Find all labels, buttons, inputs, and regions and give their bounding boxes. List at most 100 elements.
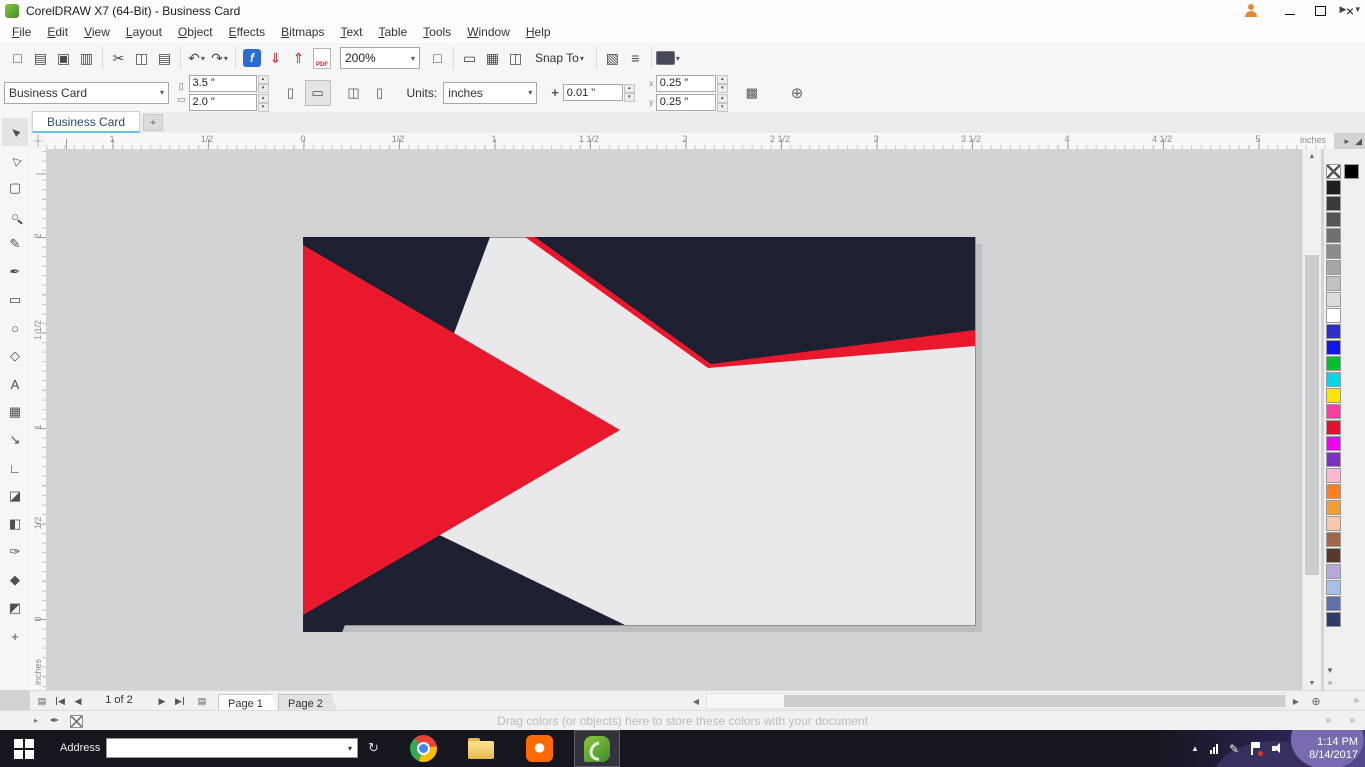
color-swatch[interactable] [1326, 372, 1341, 387]
color-swatch[interactable] [1326, 308, 1341, 323]
color-swatch[interactable] [1326, 180, 1341, 195]
color-swatch[interactable] [1326, 196, 1341, 211]
save-button[interactable]: ▣ [52, 46, 75, 70]
export-button[interactable]: ⇑ [287, 46, 310, 70]
menu-table[interactable]: Table [370, 21, 415, 43]
text-tool[interactable]: A [2, 370, 28, 398]
shape-tool[interactable]: △ [2, 146, 28, 174]
spin-up-icon[interactable] [623, 84, 635, 93]
vertical-scrollbar[interactable]: ▲ ▼ [1302, 149, 1321, 690]
address-input[interactable]: ▾ [106, 738, 358, 758]
table-tool[interactable]: ▦ [2, 398, 28, 426]
rectangle-tool[interactable]: ▭ [2, 286, 28, 314]
color-swatch[interactable] [1326, 244, 1341, 259]
spin-up-icon[interactable] [716, 74, 728, 84]
color-swatch[interactable] [1326, 276, 1341, 291]
add-page-button[interactable]: ▤ [194, 693, 210, 709]
scroll-left-button[interactable]: ◀ [688, 693, 704, 709]
publish-pdf-button[interactable]: PDF [313, 47, 331, 69]
color-swatch[interactable] [1326, 292, 1341, 307]
landscape-button[interactable]: ▭ [304, 79, 331, 106]
zoom-in-button[interactable]: ⊕ [1308, 693, 1324, 709]
menu-effects[interactable]: Effects [221, 21, 273, 43]
menu-text[interactable]: Text [332, 21, 370, 43]
current-page-button[interactable]: ▯ [368, 81, 392, 105]
color-swatch[interactable] [1326, 484, 1341, 499]
units-select[interactable]: inches ▾ [443, 81, 538, 104]
resize-grip-icon[interactable]: ◢ [1355, 136, 1362, 147]
pen-input-icon[interactable]: ✎ [1229, 742, 1239, 756]
artistic-media-tool[interactable]: ✒ [2, 258, 28, 286]
spin-up-icon[interactable] [716, 93, 728, 103]
open-button[interactable]: ▤ [29, 46, 52, 70]
show-hidden-icons-button[interactable]: ▲ [1191, 744, 1199, 753]
chrome-taskbar-button[interactable] [400, 730, 446, 767]
small-right-icon[interactable]: ▸ [34, 716, 38, 725]
new-tab-button[interactable]: + [143, 114, 164, 131]
spin-down-icon[interactable] [716, 102, 728, 112]
dimension-tool[interactable]: ↘ [2, 426, 28, 454]
freehand-tool[interactable]: ✎ [2, 230, 28, 258]
welcome-screen-button[interactable]: ▾ [655, 46, 680, 70]
color-swatch[interactable] [1326, 516, 1341, 531]
scroll-up-button[interactable]: ▲ [1303, 149, 1321, 163]
drawing-canvas[interactable] [46, 149, 1302, 690]
pick-tool[interactable]: ▲ [2, 118, 28, 146]
color-swatch[interactable] [1326, 228, 1341, 243]
zoom-tool[interactable]: ○ [2, 202, 28, 230]
nudge-spinner[interactable] [623, 84, 635, 102]
ruler-origin[interactable]: ┼ [30, 133, 47, 150]
color-swatch[interactable] [1326, 388, 1341, 403]
menu-bitmaps[interactable]: Bitmaps [273, 21, 332, 43]
menu-file[interactable]: File [4, 21, 39, 43]
color-swatch[interactable] [1326, 420, 1341, 435]
chevrons-icon[interactable]: » [1353, 695, 1359, 706]
redo-button[interactable]: ↷ ▾ [208, 46, 231, 70]
tab-scroll-icon[interactable]: ▶ [1340, 4, 1347, 15]
color-swatch[interactable] [1326, 468, 1341, 483]
color-swatch[interactable] [1326, 436, 1341, 451]
taskbar-clock[interactable]: 1:14 PM 8/14/2017 [1296, 736, 1358, 762]
menu-layout[interactable]: Layout [118, 21, 170, 43]
search-content-button[interactable]: f [243, 49, 261, 67]
page-height-spinner[interactable] [257, 93, 269, 112]
color-swatch[interactable] [1326, 596, 1341, 611]
import-button[interactable]: ⇓ [264, 46, 287, 70]
color-swatch[interactable] [1326, 260, 1341, 275]
page-width-spinner[interactable] [257, 74, 269, 93]
menu-window[interactable]: Window [459, 21, 518, 43]
spin-up-icon[interactable] [257, 93, 269, 103]
add-frame-icon[interactable]: ⊕ [791, 84, 804, 102]
color-swatch[interactable] [1326, 564, 1341, 579]
ellipse-tool[interactable]: ○ [2, 314, 28, 342]
all-pages-button[interactable]: ◫ [342, 81, 366, 105]
business-card-page[interactable] [303, 237, 982, 632]
scroll-down-button[interactable]: ▼ [1303, 676, 1321, 690]
new-button[interactable]: □ [6, 46, 29, 70]
volume-icon[interactable] [1272, 743, 1285, 755]
no-fill-indicator[interactable] [70, 715, 83, 728]
chevron-down-icon[interactable]: ▾ [1355, 4, 1360, 15]
application-launcher-button[interactable]: ≡ [624, 46, 647, 70]
vertical-scroll-thumb[interactable] [1305, 255, 1319, 575]
color-swatch[interactable] [1326, 580, 1341, 595]
horizontal-ruler[interactable]: 1 1/2 0 1/2 1 1 1/2 2 2 1/2 3 3 1/2 4 4 … [46, 133, 1334, 150]
spin-down-icon[interactable] [257, 102, 269, 112]
nudge-distance-input[interactable]: 0.01 " [562, 84, 623, 101]
duplicate-x-input[interactable]: 0.25 " [655, 74, 716, 92]
first-page-button[interactable]: ◀ [52, 693, 68, 709]
document-tab-business-card[interactable]: Business Card [32, 111, 141, 133]
file-explorer-taskbar-button[interactable] [458, 730, 504, 767]
spin-down-icon[interactable] [257, 83, 269, 93]
copy-button[interactable]: ◫ [130, 46, 153, 70]
cut-button[interactable]: ✂ [107, 46, 130, 70]
polygon-tool[interactable]: ◇ [2, 342, 28, 370]
chevrons-icon[interactable]: » [1349, 715, 1355, 726]
last-page-button[interactable]: ▶ [172, 693, 188, 709]
action-center-flag-icon[interactable] [1250, 742, 1263, 756]
duplicate-y-spinner[interactable] [716, 93, 728, 112]
interactive-fill-tool[interactable]: ◆ [2, 566, 28, 594]
start-button[interactable] [0, 730, 48, 767]
smart-fill-tool[interactable]: ◩ [2, 594, 28, 622]
no-color-swatch[interactable] [1326, 164, 1341, 179]
